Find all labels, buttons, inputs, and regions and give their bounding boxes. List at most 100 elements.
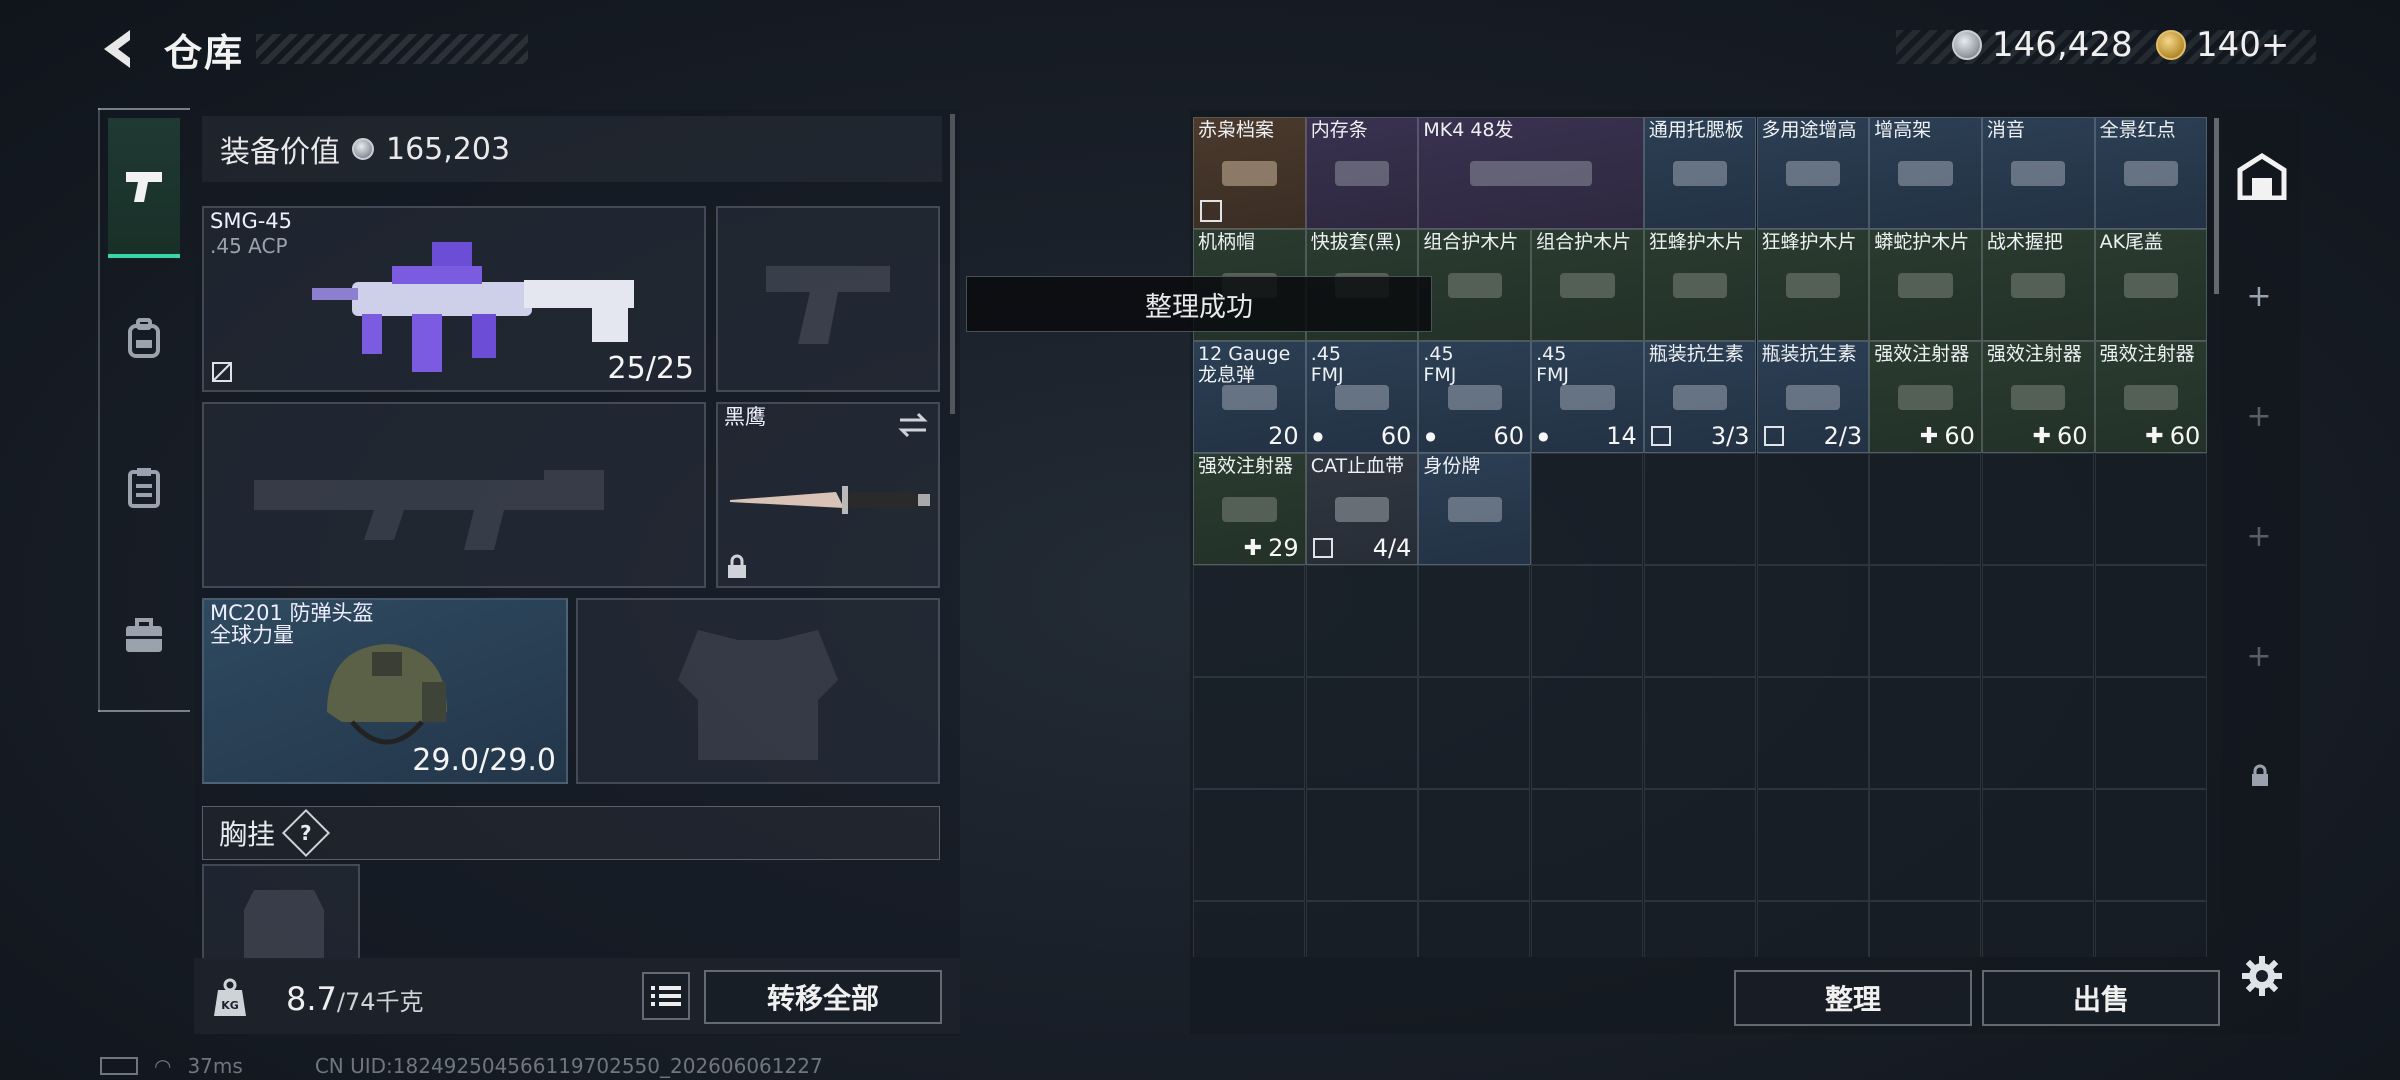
- inventory-empty-cell[interactable]: [1756, 789, 1869, 901]
- settings-gear-icon[interactable]: [2240, 954, 2284, 998]
- inventory-empty-cell[interactable]: [1305, 789, 1418, 901]
- inventory-item[interactable]: 强效注射器 ✚ 60: [2094, 341, 2207, 453]
- inventory-item[interactable]: 通用托腮板: [1643, 117, 1757, 229]
- inventory-scrollbar[interactable]: [2214, 118, 2219, 294]
- inventory-empty-cell[interactable]: [1643, 677, 1756, 789]
- secondary-weapon-slot[interactable]: [202, 402, 706, 588]
- inventory-empty-cell[interactable]: [1756, 677, 1869, 789]
- warehouse-icon[interactable]: [2236, 152, 2288, 200]
- add-container-icon[interactable]: +: [2244, 522, 2274, 552]
- sell-button[interactable]: 出售: [1982, 970, 2220, 1026]
- inventory-item[interactable]: 战术握把: [1981, 229, 2095, 341]
- helmet-slot[interactable]: MC201 防弹头盔 全球力量 29.0/29.0: [202, 598, 568, 784]
- inventory-empty-cell[interactable]: [1643, 901, 1756, 957]
- inventory-empty-cell[interactable]: [1531, 901, 1644, 957]
- inventory-item[interactable]: .45 FMJ ● 60: [1418, 341, 1532, 453]
- inventory-empty-cell[interactable]: [1756, 453, 1869, 565]
- inventory-item[interactable]: 组合护木片: [1531, 229, 1644, 341]
- weight-readout: 8.7/74千克: [286, 980, 424, 1018]
- inventory-item[interactable]: 狂蜂护木片: [1643, 229, 1757, 341]
- inventory-item[interactable]: 12 Gauge 龙息弹 20: [1193, 341, 1306, 453]
- inventory-item[interactable]: 消音: [1981, 117, 2095, 229]
- inventory-empty-cell[interactable]: [2094, 677, 2207, 789]
- inventory-empty-cell[interactable]: [2094, 565, 2207, 677]
- inventory-empty-cell[interactable]: [1418, 789, 1531, 901]
- inventory-empty-cell[interactable]: [1643, 453, 1756, 565]
- inventory-empty-cell[interactable]: [1869, 789, 1982, 901]
- item-count: 60: [1493, 422, 1525, 450]
- inventory-item[interactable]: 多用途增高: [1756, 117, 1870, 229]
- inventory-empty-cell[interactable]: [2094, 453, 2207, 565]
- inventory-empty-cell[interactable]: [2094, 789, 2207, 901]
- inventory-item[interactable]: 赤枭档案: [1193, 117, 1306, 229]
- swap-icon[interactable]: [898, 412, 928, 438]
- inventory-empty-cell[interactable]: [2094, 901, 2207, 957]
- inventory-item[interactable]: 组合护木片: [1418, 229, 1532, 341]
- inventory-empty-cell[interactable]: [1981, 677, 2094, 789]
- inventory-empty-cell[interactable]: [1869, 901, 1982, 957]
- inventory-empty-cell[interactable]: [1869, 453, 1982, 565]
- inventory-empty-cell[interactable]: [1418, 901, 1531, 957]
- inventory-item[interactable]: 身份牌: [1418, 453, 1532, 565]
- inventory-item[interactable]: 蟒蛇护木片: [1869, 229, 1982, 341]
- sort-button[interactable]: 整理: [1734, 970, 1972, 1026]
- gold-currency[interactable]: 140+: [2156, 24, 2289, 66]
- back-arrow-icon[interactable]: [96, 26, 142, 72]
- add-container-icon[interactable]: +: [2244, 642, 2274, 672]
- transfer-all-button[interactable]: 转移全部: [704, 970, 942, 1024]
- status-footer: ◠ 37ms CN UID:18249250456611970255​0_202…: [100, 1054, 823, 1078]
- rail-tab-clipboard[interactable]: [108, 418, 180, 558]
- inventory-empty-cell[interactable]: [1756, 901, 1869, 957]
- add-container-icon[interactable]: +: [2244, 402, 2274, 432]
- inventory-empty-cell[interactable]: [1981, 789, 2094, 901]
- melee-slot[interactable]: 黑鹰: [716, 402, 940, 588]
- rail-tab-case[interactable]: [108, 566, 180, 706]
- inventory-item[interactable]: 狂蜂护木片: [1756, 229, 1870, 341]
- inventory-empty-cell[interactable]: [1643, 789, 1756, 901]
- inventory-empty-cell[interactable]: [1981, 453, 2094, 565]
- inventory-empty-cell[interactable]: [1193, 901, 1305, 957]
- inventory-item[interactable]: 瓶装抗生素 2/3: [1756, 341, 1870, 453]
- inventory-empty-cell[interactable]: [1193, 677, 1305, 789]
- inventory-item[interactable]: 增高架: [1869, 117, 1982, 229]
- inventory-empty-cell[interactable]: [1193, 565, 1305, 677]
- inventory-empty-cell[interactable]: [1981, 565, 2094, 677]
- inventory-item[interactable]: AK尾盖: [2094, 229, 2207, 341]
- inventory-empty-cell[interactable]: [1305, 677, 1418, 789]
- inventory-item[interactable]: 强效注射器 ✚ 60: [1869, 341, 1982, 453]
- inventory-item[interactable]: 全景红点: [2094, 117, 2207, 229]
- inventory-item[interactable]: MK4 48发: [1418, 117, 1644, 229]
- primary-weapon-slot[interactable]: SMG-45 .45 ACP 25/25: [202, 206, 706, 392]
- loadout-scrollbar[interactable]: [950, 114, 955, 414]
- inventory-empty-cell[interactable]: [1531, 789, 1644, 901]
- chest-rig-slot[interactable]: [202, 864, 360, 960]
- rail-tab-weapons[interactable]: [108, 118, 180, 258]
- add-container-icon[interactable]: +: [2244, 282, 2274, 312]
- inventory-empty-cell[interactable]: [1869, 565, 1982, 677]
- inventory-empty-cell[interactable]: [1305, 901, 1418, 957]
- list-view-button[interactable]: [642, 972, 690, 1020]
- inventory-empty-cell[interactable]: [1531, 453, 1644, 565]
- inventory-item[interactable]: 强效注射器 ✚ 60: [1981, 341, 2095, 453]
- inventory-item[interactable]: 强效注射器 ✚ 29: [1193, 453, 1306, 565]
- inventory-empty-cell[interactable]: [1305, 565, 1418, 677]
- inventory-empty-cell[interactable]: [1418, 565, 1531, 677]
- armor-slot[interactable]: [576, 598, 940, 784]
- pistol-slot[interactable]: [716, 206, 940, 392]
- inventory-empty-cell[interactable]: [1418, 677, 1531, 789]
- inventory-item[interactable]: 瓶装抗生素 3/3: [1643, 341, 1757, 453]
- inventory-item[interactable]: CAT止血带 4/4: [1305, 453, 1419, 565]
- inventory-empty-cell[interactable]: [1643, 565, 1756, 677]
- inventory-empty-cell[interactable]: [1756, 565, 1869, 677]
- inventory-empty-cell[interactable]: [1531, 677, 1644, 789]
- inventory-item[interactable]: .45 FMJ ● 14: [1531, 341, 1644, 453]
- help-icon[interactable]: ?: [281, 808, 331, 858]
- inventory-empty-cell[interactable]: [1531, 565, 1644, 677]
- item-image: [1655, 148, 1746, 198]
- inventory-empty-cell[interactable]: [1193, 789, 1305, 901]
- inventory-empty-cell[interactable]: [1869, 677, 1982, 789]
- inventory-item[interactable]: 内存条: [1305, 117, 1419, 229]
- inventory-item[interactable]: .45 FMJ ● 60: [1305, 341, 1419, 453]
- inventory-empty-cell[interactable]: [1981, 901, 2094, 957]
- rail-tab-backpack[interactable]: [108, 268, 180, 408]
